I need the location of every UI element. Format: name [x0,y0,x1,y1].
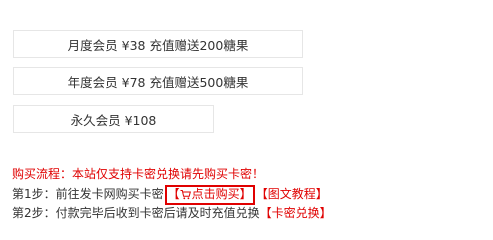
buy-button[interactable]: 【点击购买】 [164,185,255,205]
buy-label: 点击购买 [191,187,240,201]
purchase-flow-title: 购买流程：本站仅支持卡密兑换请先购买卡密！ [12,166,264,183]
tutorial-link[interactable]: 【图文教程】 [256,187,328,201]
plan-yearly-label: 年度会员 ¥78 充值赠送500糖果 [67,74,249,90]
purchase-step-2: 第2步：付款完毕后收到卡密后请及时充值兑换【卡密兑换】 [12,205,332,222]
plan-monthly-label: 月度会员 ¥38 充值赠送200糖果 [67,37,249,53]
plan-lifetime-label: 永久会员 ¥108 [70,112,157,128]
buy-open-bracket: 【 [167,187,180,201]
redeem-link[interactable]: 【卡密兑换】 [260,206,332,220]
plan-lifetime-button[interactable]: 永久会员 ¥108 [13,105,214,133]
purchase-step-1: 第1步：前往发卡网购买卡密【点击购买】 【图文教程】 [12,185,328,205]
step-2-text: 第2步：付款完毕后收到卡密后请及时充值兑换 [12,206,260,220]
step-1-text: 第1步：前往发卡网购买卡密 [12,187,164,201]
buy-close-bracket: 】 [239,187,252,201]
plan-yearly-button[interactable]: 年度会员 ¥78 充值赠送500糖果 [13,67,303,95]
cart-icon [180,189,191,203]
plan-monthly-button[interactable]: 月度会员 ¥38 充值赠送200糖果 [13,30,303,58]
purchase-flow-title-text: 购买流程：本站仅支持卡密兑换请先购买卡密！ [12,167,265,181]
